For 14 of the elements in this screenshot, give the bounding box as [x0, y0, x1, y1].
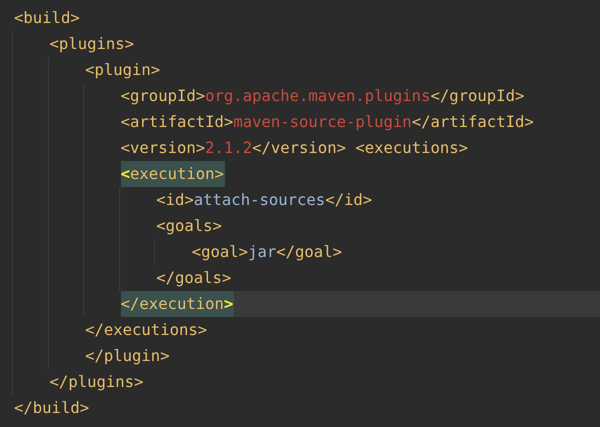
code-line: </build>	[14, 398, 90, 419]
code-line: <goal>jar</goal>	[192, 242, 343, 263]
code-line: <build>	[14, 8, 81, 29]
code-line: </goals>	[156, 268, 232, 289]
code-line: </plugin>	[85, 346, 171, 367]
code-line: <goals>	[156, 216, 223, 237]
code-line: <plugin>	[85, 60, 162, 81]
code-line: <plugins>	[50, 34, 136, 55]
code-line: <id>attach-sources</id>	[156, 190, 374, 211]
code-line: <version>2.1.2</version> <executions>	[120, 138, 470, 159]
code-line: </plugins>	[50, 372, 144, 393]
code-line: <artifactId>maven-source-plugin</artifactId>	[120, 112, 535, 133]
code-line: <groupId>org.apache.maven.plugins</groupId>	[120, 86, 526, 107]
code-line: </executions>	[85, 320, 208, 341]
